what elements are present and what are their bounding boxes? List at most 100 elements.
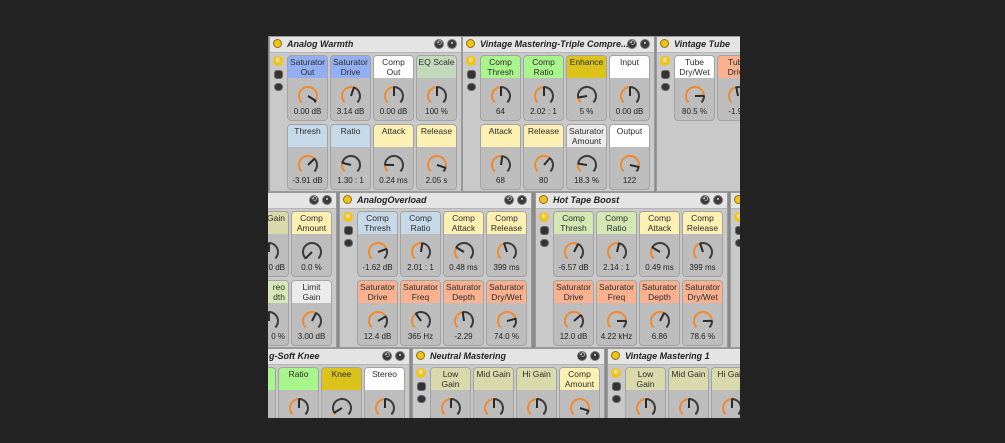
device-power-toggle[interactable]	[416, 351, 425, 360]
macro-knob[interactable]	[677, 396, 701, 418]
macro-knob[interactable]	[648, 309, 672, 333]
hot-swap-icon[interactable]: ⟲	[434, 39, 444, 49]
macro-knob[interactable]	[495, 240, 519, 264]
randomize-icon[interactable]	[417, 395, 426, 403]
randomize-icon[interactable]	[540, 239, 549, 247]
macro-knob[interactable]	[532, 153, 556, 177]
hot-swap-icon[interactable]: ⟲	[577, 351, 587, 361]
save-preset-icon[interactable]: ▪	[590, 351, 600, 361]
save-preset-icon[interactable]: ▪	[640, 39, 650, 49]
macro-knob[interactable]	[562, 240, 586, 264]
knob-needle	[304, 251, 313, 260]
device-power-toggle[interactable]	[466, 39, 475, 48]
macro-map-icon[interactable]: c	[734, 212, 740, 222]
save-preset-icon[interactable]: ▪	[713, 195, 723, 205]
macro-knob[interactable]	[726, 84, 740, 108]
macro-knob[interactable]	[489, 84, 513, 108]
macro-knob[interactable]	[366, 240, 390, 264]
macro-knob[interactable]	[605, 240, 629, 264]
macro-knob[interactable]	[720, 396, 740, 418]
macro-map-icon[interactable]: c	[660, 56, 670, 66]
macro-knob[interactable]	[300, 240, 324, 264]
macro-knob[interactable]	[300, 309, 324, 333]
hot-swap-icon[interactable]: ⟲	[700, 195, 710, 205]
macro-map-icon[interactable]: c	[611, 368, 621, 378]
show-macros-icon[interactable]	[417, 382, 426, 391]
macro-map-icon[interactable]: c	[416, 368, 426, 378]
randomize-icon[interactable]	[661, 83, 670, 91]
macro-knob[interactable]	[425, 153, 449, 177]
show-macros-icon[interactable]	[540, 226, 549, 235]
macro-knob[interactable]	[409, 240, 433, 264]
macro-knob[interactable]	[489, 153, 513, 177]
macro-knob[interactable]	[339, 84, 363, 108]
macro-knob[interactable]	[268, 240, 281, 264]
save-preset-icon[interactable]: ▪	[447, 39, 457, 49]
macro-knob[interactable]	[287, 396, 311, 418]
randomize-icon[interactable]	[274, 83, 283, 91]
macro-knob[interactable]	[482, 396, 506, 418]
macro-map-icon[interactable]: c	[273, 56, 283, 66]
device-power-toggle[interactable]	[273, 39, 282, 48]
macro-knob[interactable]	[618, 84, 642, 108]
macro-map-icon[interactable]: c	[539, 212, 549, 222]
knob-value-arc	[497, 242, 505, 260]
show-macros-icon[interactable]	[274, 70, 283, 79]
macro-knob[interactable]	[452, 240, 476, 264]
device-power-toggle[interactable]	[734, 195, 740, 204]
macro-knob[interactable]	[382, 153, 406, 177]
macro-knob[interactable]	[618, 153, 642, 177]
macro-knob[interactable]	[575, 153, 599, 177]
randomize-icon[interactable]	[344, 239, 353, 247]
device-power-toggle[interactable]	[539, 195, 548, 204]
show-macros-icon[interactable]	[612, 382, 621, 391]
save-preset-icon[interactable]: ▪	[322, 195, 332, 205]
macro-knob[interactable]	[568, 396, 592, 418]
device-power-toggle[interactable]	[660, 39, 669, 48]
macro-knob[interactable]	[296, 153, 320, 177]
macro-input: Input 0.00 dB	[609, 55, 650, 121]
show-macros-icon[interactable]	[467, 70, 476, 79]
device-power-toggle[interactable]	[343, 195, 352, 204]
macro-map-icon[interactable]: c	[343, 212, 353, 222]
macro-knob[interactable]	[339, 153, 363, 177]
macro-knob[interactable]	[366, 309, 390, 333]
show-macros-icon[interactable]	[344, 226, 353, 235]
macro-knob[interactable]	[409, 309, 433, 333]
macro-knob[interactable]	[691, 309, 715, 333]
macro-knob[interactable]	[605, 309, 629, 333]
device-power-toggle[interactable]	[611, 351, 620, 360]
save-preset-icon[interactable]: ▪	[517, 195, 527, 205]
macro-knob[interactable]	[683, 84, 707, 108]
hot-swap-icon[interactable]: ⟲	[627, 39, 637, 49]
hot-swap-icon[interactable]: ⟲	[504, 195, 514, 205]
macro-knob[interactable]	[648, 240, 672, 264]
macro-knob[interactable]	[562, 309, 586, 333]
macro-knob[interactable]	[373, 396, 397, 418]
show-macros-icon[interactable]	[661, 70, 670, 79]
randomize-icon[interactable]	[612, 395, 621, 403]
macro-knob[interactable]	[634, 396, 658, 418]
macro-knob[interactable]	[330, 396, 354, 418]
macro-knob[interactable]	[296, 84, 320, 108]
randomize-icon[interactable]	[467, 83, 476, 91]
macro-value: 122	[622, 176, 637, 185]
macro-knob[interactable]	[268, 309, 281, 333]
macro-knob[interactable]	[382, 84, 406, 108]
knob-needle	[502, 242, 508, 253]
device-title-bar: ⟲▪	[268, 193, 336, 209]
macro-knob[interactable]	[452, 309, 476, 333]
hot-swap-icon[interactable]: ⟲	[309, 195, 319, 205]
macro-knob[interactable]	[532, 84, 556, 108]
macro-knob[interactable]	[575, 84, 599, 108]
macro-knob[interactable]	[495, 309, 519, 333]
macro-knob[interactable]	[525, 396, 549, 418]
hot-swap-icon[interactable]: ⟲	[382, 351, 392, 361]
save-preset-icon[interactable]: ▪	[395, 351, 405, 361]
macro-map-icon[interactable]: c	[466, 56, 476, 66]
macro-knob[interactable]	[425, 84, 449, 108]
randomize-icon[interactable]	[735, 239, 740, 247]
macro-knob[interactable]	[439, 396, 463, 418]
macro-knob[interactable]	[691, 240, 715, 264]
show-macros-icon[interactable]	[735, 226, 740, 235]
